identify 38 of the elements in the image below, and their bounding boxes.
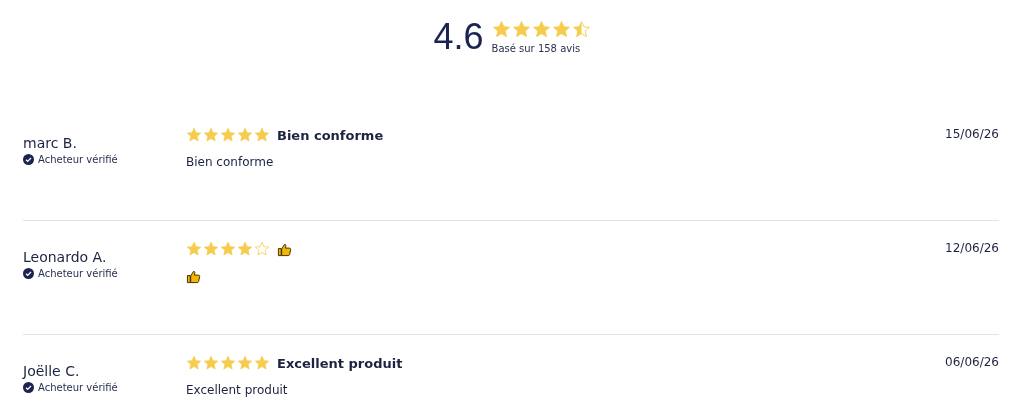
- star-icon: [220, 355, 236, 371]
- star-icon: [203, 127, 219, 143]
- verified-buyer-label: Acheteur vérifié: [38, 382, 118, 393]
- average-score: 4.6: [433, 19, 484, 55]
- star-icon: [551, 20, 571, 39]
- review-date: 12/06/26: [945, 241, 999, 257]
- star-icon: [237, 355, 253, 371]
- review-text: Bien conforme: [186, 155, 274, 169]
- star-icon: [254, 241, 270, 257]
- star-icon: [220, 241, 236, 257]
- star-icon: [531, 20, 551, 39]
- review-date: 06/06/26: [945, 355, 999, 371]
- star-icon: [254, 127, 270, 143]
- review-title: Excellent produit: [277, 355, 403, 371]
- star-icon: [237, 241, 253, 257]
- review-date: 15/06/26: [945, 127, 999, 143]
- check-badge-icon: [23, 382, 34, 393]
- reviewer-name: Leonardo A.: [23, 249, 108, 265]
- star-icon: [491, 20, 511, 39]
- verified-buyer-label: Acheteur vérifié: [38, 268, 118, 279]
- check-badge-icon: [23, 268, 34, 279]
- star-icon: [186, 241, 202, 257]
- review-count: Basé sur 158 avis: [491, 43, 582, 54]
- reviewer-name: Joëlle C.: [23, 363, 81, 379]
- reviewer-name: marc B.: [23, 135, 78, 151]
- star-icon: [186, 355, 202, 371]
- star-icon: [237, 127, 253, 143]
- star-icon: [254, 355, 270, 371]
- star-icon: [511, 20, 531, 39]
- verified-buyer-label: Acheteur vérifié: [38, 154, 118, 165]
- review-text: Excellent produit: [186, 383, 288, 397]
- review-title: Bien conforme: [277, 127, 384, 143]
- check-badge-icon: [23, 154, 34, 165]
- star-icon: [203, 355, 219, 371]
- star-icon: [186, 127, 202, 143]
- star-icon: [220, 127, 236, 143]
- star-icon: [203, 241, 219, 257]
- star-icon: [571, 20, 591, 39]
